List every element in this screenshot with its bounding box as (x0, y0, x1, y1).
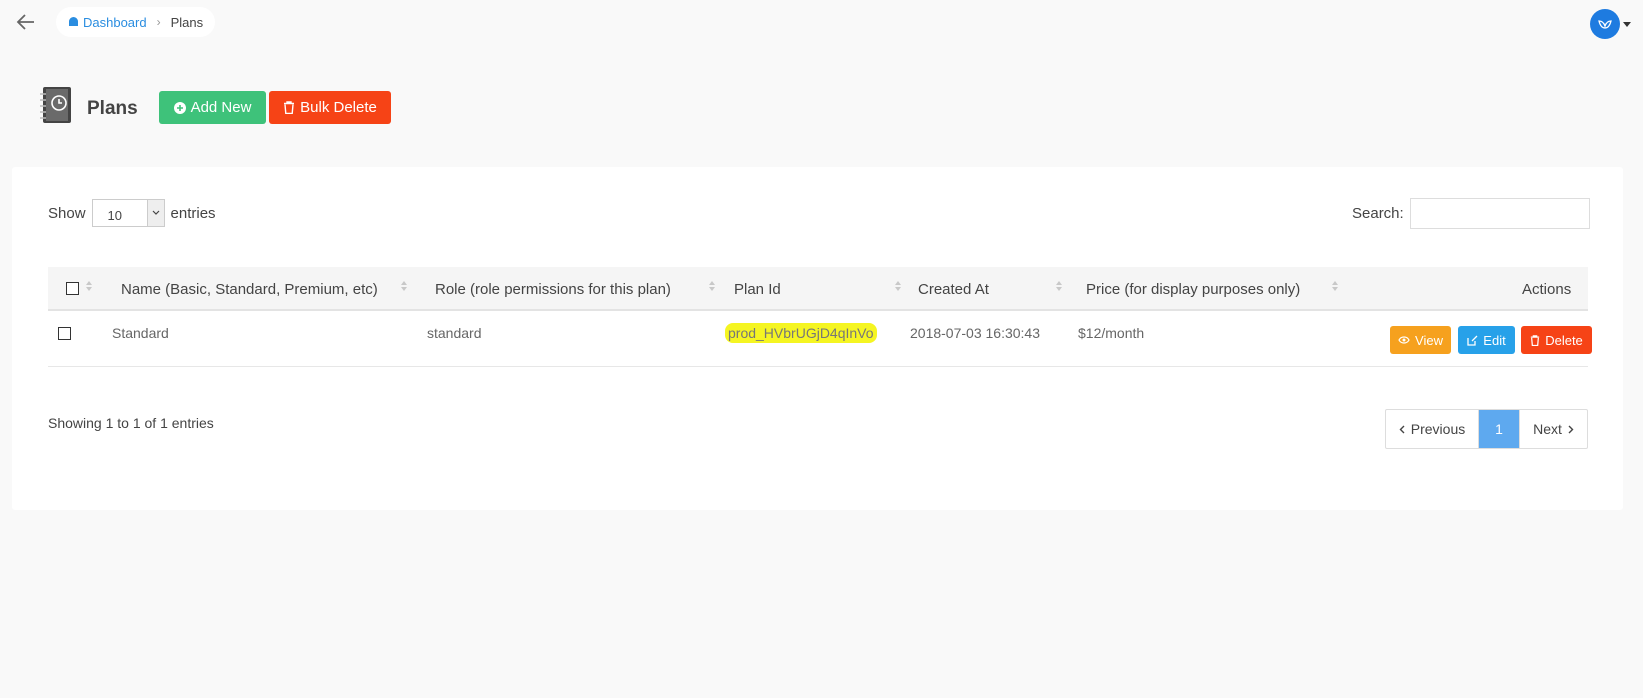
plus-circle-icon (173, 101, 186, 114)
bulk-delete-button[interactable]: Bulk Delete (269, 91, 391, 124)
add-new-button[interactable]: Add New (159, 91, 266, 124)
planner-icon (38, 86, 74, 124)
chevron-right-icon: › (156, 15, 161, 29)
page-1-button[interactable]: 1 (1479, 410, 1519, 448)
bulk-delete-label: Bulk Delete (300, 99, 377, 116)
table-header: Name (Basic, Standard, Premium, etc) Rol… (48, 267, 1588, 311)
sort-icon[interactable] (1332, 281, 1339, 293)
sort-icon[interactable] (86, 281, 93, 293)
view-label: View (1415, 332, 1443, 348)
column-header-created-at[interactable]: Created At (918, 281, 989, 298)
add-new-label: Add New (190, 99, 252, 116)
row-checkbox[interactable] (58, 327, 71, 340)
cell-role: standard (427, 325, 482, 341)
breadcrumb-dashboard-label: Dashboard (83, 14, 147, 30)
column-header-price[interactable]: Price (for display purposes only) (1086, 281, 1300, 298)
edit-label: Edit (1483, 332, 1506, 348)
chevron-left-icon (1399, 425, 1405, 433)
edit-button[interactable]: Edit (1458, 326, 1515, 354)
search-control: Search: (1352, 198, 1590, 229)
breadcrumb-dashboard-link[interactable]: Dashboard (68, 15, 147, 30)
leaf-logo-icon (1598, 20, 1612, 29)
column-header-name[interactable]: Name (Basic, Standard, Premium, etc) (121, 281, 378, 298)
plan-id-highlight: prod_HVbrUGjD4qInVo (725, 323, 877, 343)
delete-label: Delete (1545, 332, 1583, 348)
table-row: Standard standard prod_HVbrUGjD4qInVo 20… (48, 313, 1592, 367)
pagination: Previous 1 Next (1385, 409, 1588, 449)
chevron-right-icon (1568, 425, 1574, 433)
breadcrumb: Dashboard › Plans (56, 7, 216, 37)
avatar (1590, 9, 1620, 39)
eye-icon (1398, 336, 1410, 344)
next-label: Next (1533, 421, 1562, 437)
delete-button[interactable]: Delete (1521, 326, 1592, 354)
cell-plan-id: prod_HVbrUGjD4qInVo (725, 323, 877, 343)
next-page-button[interactable]: Next (1519, 410, 1587, 448)
column-header-actions: Actions (1522, 281, 1572, 298)
table-info: Showing 1 to 1 of 1 entries (48, 415, 214, 431)
entries-label: entries (170, 204, 216, 222)
cell-name: Standard (112, 325, 169, 341)
previous-page-button[interactable]: Previous (1386, 410, 1479, 448)
edit-icon (1467, 335, 1478, 346)
search-input[interactable] (1409, 198, 1590, 229)
view-button[interactable]: View (1390, 326, 1451, 354)
previous-label: Previous (1410, 421, 1466, 437)
trash-icon (1531, 334, 1540, 346)
chevron-down-icon (146, 200, 164, 226)
chevron-down-icon (1623, 21, 1631, 27)
page-length-value: 10 (107, 207, 122, 223)
select-all-checkbox[interactable] (66, 282, 79, 295)
sort-icon[interactable] (895, 281, 902, 293)
breadcrumb-current: Plans (170, 14, 204, 30)
page-length-select[interactable]: 10 (91, 199, 165, 227)
page-title: Plans (87, 98, 138, 119)
page-length-control: Show 10 entries (48, 199, 216, 227)
sort-icon[interactable] (401, 281, 408, 293)
sort-icon[interactable] (1056, 281, 1063, 293)
show-label: Show (48, 204, 86, 222)
user-menu[interactable] (1590, 9, 1631, 39)
trash-icon (284, 101, 295, 114)
cell-created-at: 2018-07-03 16:30:43 (910, 325, 1040, 341)
column-header-plan-id[interactable]: Plan Id (734, 281, 781, 298)
dashboard-icon (69, 17, 78, 26)
cell-price: $12/month (1078, 325, 1145, 341)
sort-icon[interactable] (709, 281, 716, 293)
back-arrow-icon[interactable] (14, 10, 38, 34)
column-header-role[interactable]: Role (role permissions for this plan) (435, 281, 671, 298)
plans-table-card: Show 10 entries Search: Name (Basic, Sta… (12, 167, 1623, 510)
search-label: Search: (1352, 205, 1404, 222)
